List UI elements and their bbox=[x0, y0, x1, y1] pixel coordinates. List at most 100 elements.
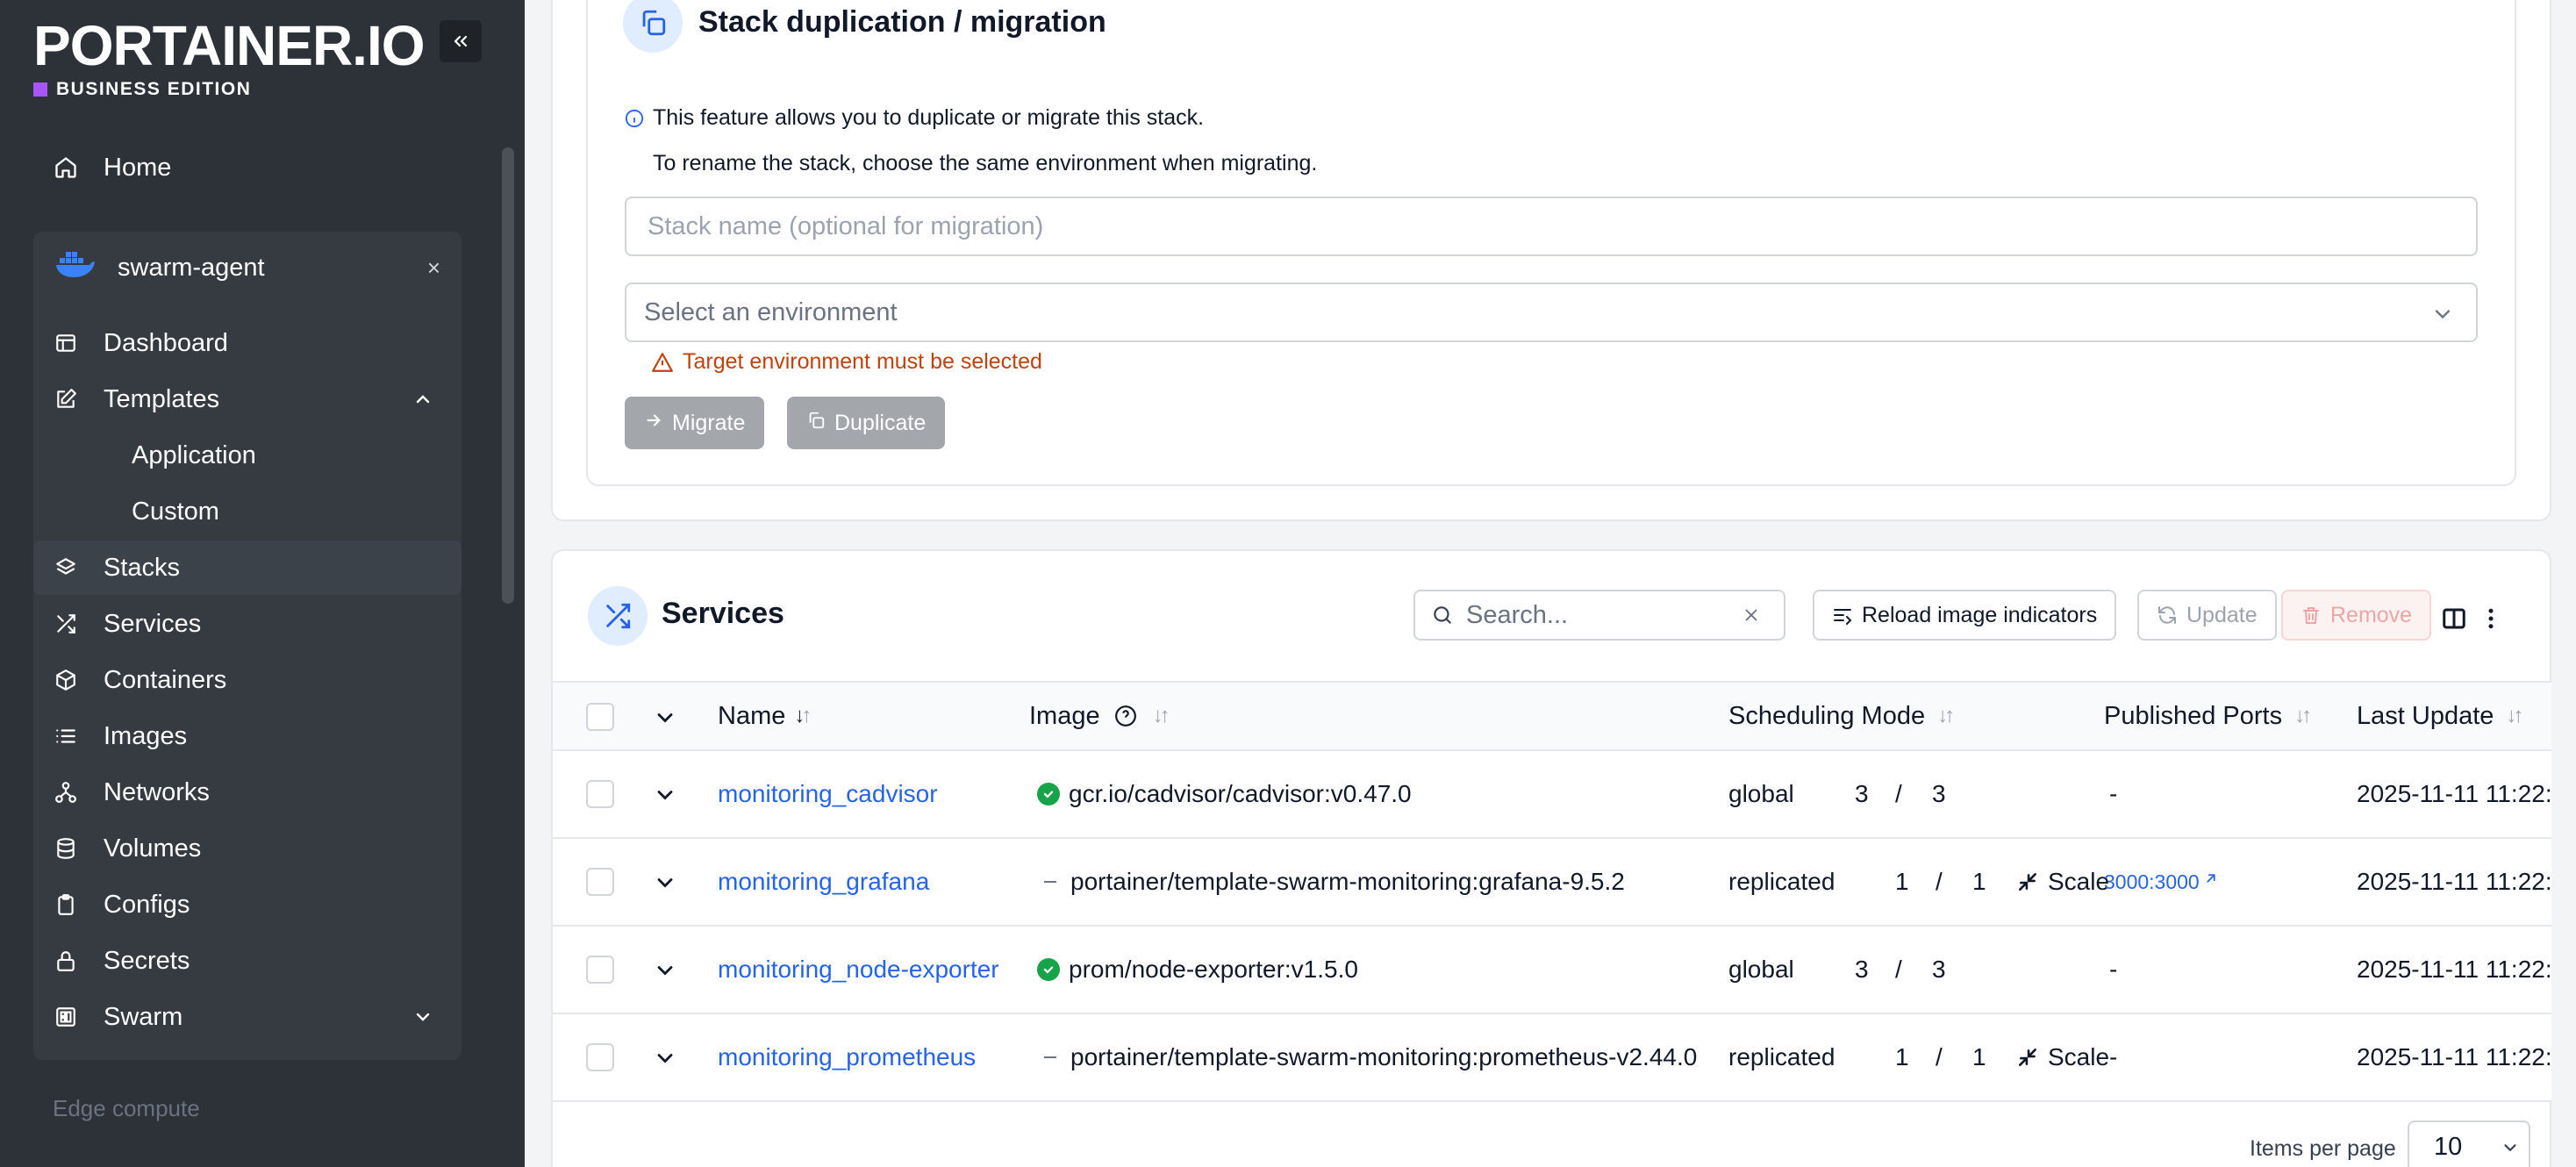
sidebar-item-services[interactable]: Services bbox=[33, 597, 462, 651]
published-ports[interactable]: 3000:3000 bbox=[2104, 839, 2219, 925]
environment-warning: Target environment must be selected bbox=[651, 349, 1042, 375]
sidebar-item-images[interactable]: Images bbox=[33, 709, 462, 763]
sidebar-item-dashboard[interactable]: Dashboard bbox=[33, 316, 462, 370]
update-label: Update bbox=[2186, 602, 2258, 627]
update-button[interactable]: Update bbox=[2137, 590, 2277, 641]
sidebar-item-secrets[interactable]: Secrets bbox=[33, 934, 462, 988]
sidebar-item-label: Home bbox=[104, 153, 172, 182]
replicas-running: 3 bbox=[1855, 780, 1869, 807]
port-value: 3000:3000 bbox=[2104, 870, 2200, 893]
last-update: 2025-11-11 11:22: bbox=[2357, 956, 2552, 983]
duplicate-button[interactable]: Duplicate bbox=[787, 397, 946, 449]
dashboard-icon bbox=[53, 330, 79, 356]
portainer-logo[interactable]: PORTAINER.IO bbox=[33, 18, 425, 74]
check-circle-icon bbox=[1037, 783, 1060, 805]
sidebar-item-templates[interactable]: Templates bbox=[33, 372, 462, 426]
reload-label: Reload image indicators bbox=[1862, 602, 2098, 627]
chevron-down-icon bbox=[416, 1013, 430, 1021]
environment-select[interactable]: Select an environment bbox=[625, 283, 2478, 342]
duplicate-label: Duplicate bbox=[834, 410, 927, 435]
sidebar-item-application[interactable]: Application bbox=[33, 428, 462, 483]
table-row[interactable]: monitoring_node-exporter prom/node-expor… bbox=[553, 927, 2552, 1014]
lock-icon bbox=[53, 948, 79, 974]
sidebar-item-stacks[interactable]: Stacks bbox=[33, 541, 462, 595]
published-ports: - bbox=[2109, 956, 2118, 983]
row-checkbox[interactable] bbox=[586, 956, 614, 984]
expand-row-chevron-icon[interactable] bbox=[653, 870, 677, 895]
environment-header[interactable]: swarm-agent × bbox=[33, 237, 462, 298]
column-header-last-update[interactable]: Last Update ↓↑ bbox=[2357, 683, 2523, 749]
select-all-checkbox[interactable] bbox=[586, 703, 614, 731]
table-row[interactable]: monitoring_prometheus portainer/template… bbox=[553, 1014, 2552, 1102]
port-link[interactable]: 3000:3000 bbox=[2104, 870, 2219, 894]
service-image: portainer/template-swarm-monitoring:prom… bbox=[1037, 1014, 1697, 1100]
expand-all-chevron-icon[interactable] bbox=[653, 705, 677, 730]
sidebar-item-volumes[interactable]: Volumes bbox=[33, 821, 462, 876]
column-updated-label: Last Update bbox=[2357, 701, 2494, 730]
network-icon bbox=[53, 779, 79, 805]
docker-icon bbox=[54, 249, 95, 286]
scale-label: Scale bbox=[2048, 1043, 2110, 1070]
sidebar-item-networks[interactable]: Networks bbox=[33, 765, 462, 820]
migrate-button[interactable]: Migrate bbox=[625, 397, 765, 449]
expand-row-chevron-icon[interactable] bbox=[653, 783, 677, 807]
sidebar-item-label: Application bbox=[132, 440, 256, 469]
scale-button[interactable]: Scale bbox=[2016, 1014, 2109, 1100]
sidebar-item-swarm[interactable]: Swarm bbox=[33, 990, 462, 1044]
environment-select-placeholder: Select an environment bbox=[644, 297, 898, 326]
table-row[interactable]: monitoring_grafana portainer/template-sw… bbox=[553, 839, 2552, 927]
sidebar-item-home[interactable]: Home bbox=[33, 140, 462, 195]
edge-compute-heading: Edge compute bbox=[53, 1095, 200, 1121]
service-name-link[interactable]: monitoring_cadvisor bbox=[718, 751, 938, 837]
sidebar-item-label: Custom bbox=[132, 497, 219, 526]
sidebar: PORTAINER.IO BUSINESS EDITION Home swarm… bbox=[0, 0, 525, 1167]
reload-image-indicators-button[interactable]: Reload image indicators bbox=[1813, 590, 2117, 641]
items-per-page-value: 10 bbox=[2434, 1132, 2463, 1161]
sidebar-scrollbar[interactable] bbox=[502, 147, 514, 604]
search-input[interactable] bbox=[1466, 600, 1729, 630]
sidebar-item-custom[interactable]: Custom bbox=[33, 484, 462, 539]
edition-text: BUSINESS EDITION bbox=[56, 79, 252, 99]
stack-name-input[interactable] bbox=[625, 197, 2478, 256]
service-image: prom/node-exporter:v1.5.0 bbox=[1037, 927, 1358, 1013]
column-header-image[interactable]: Image ↓↑ bbox=[1029, 683, 1170, 749]
service-name-link[interactable]: monitoring_node-exporter bbox=[718, 927, 999, 1013]
image-name: gcr.io/cadvisor/cadvisor:v0.47.0 bbox=[1069, 780, 1412, 807]
sort-desc-icon: ↓↑ bbox=[794, 704, 812, 727]
clear-search-icon[interactable] bbox=[1742, 605, 1761, 625]
edition-square-icon bbox=[33, 82, 47, 97]
column-header-name[interactable]: Name ↓↑ bbox=[718, 683, 812, 749]
columns-icon[interactable] bbox=[2441, 605, 2467, 632]
migrate-label: Migrate bbox=[672, 410, 746, 435]
row-checkbox[interactable] bbox=[586, 868, 614, 896]
sidebar-item-configs[interactable]: Configs bbox=[33, 877, 462, 932]
expand-row-chevron-icon[interactable] bbox=[653, 958, 677, 983]
table-row[interactable]: monitoring_cadvisor gcr.io/cadvisor/cadv… bbox=[553, 751, 2552, 839]
row-checkbox[interactable] bbox=[586, 1043, 614, 1071]
scale-button[interactable]: Scale bbox=[2016, 839, 2109, 925]
replicas-running: 1 bbox=[1895, 1043, 1909, 1070]
service-name-link[interactable]: monitoring_prometheus bbox=[718, 1014, 976, 1100]
info-text-2: To rename the stack, choose the same env… bbox=[653, 151, 1318, 175]
column-header-scheduling[interactable]: Scheduling Mode ↓↑ bbox=[1728, 683, 1955, 749]
close-environment-icon[interactable]: × bbox=[427, 254, 440, 282]
more-options-icon[interactable] bbox=[2478, 605, 2504, 632]
expand-row-chevron-icon[interactable] bbox=[653, 1046, 677, 1070]
services-title: Services bbox=[662, 597, 784, 630]
scheduling-mode: global bbox=[1728, 956, 1794, 983]
service-name-link[interactable]: monitoring_grafana bbox=[718, 839, 929, 925]
arrow-right-icon bbox=[644, 411, 663, 436]
sidebar-item-containers[interactable]: Containers bbox=[33, 653, 462, 707]
column-header-ports[interactable]: Published Ports ↓↑ bbox=[2104, 683, 2312, 749]
double-chevron-left-icon bbox=[454, 35, 468, 47]
search-icon bbox=[1434, 606, 1451, 624]
remove-button[interactable]: Remove bbox=[2281, 590, 2432, 641]
info-text-1: This feature allows you to duplicate or … bbox=[653, 105, 1205, 130]
items-per-page-select[interactable]: 10 bbox=[2408, 1120, 2530, 1167]
replicas-desired: 3 bbox=[1932, 956, 1946, 983]
replicas-separator: / bbox=[1895, 956, 1902, 983]
collapse-sidebar-button[interactable] bbox=[440, 20, 482, 62]
services-search[interactable] bbox=[1413, 590, 1785, 641]
scheduling-mode: replicated bbox=[1728, 1043, 1835, 1070]
row-checkbox[interactable] bbox=[586, 780, 614, 808]
